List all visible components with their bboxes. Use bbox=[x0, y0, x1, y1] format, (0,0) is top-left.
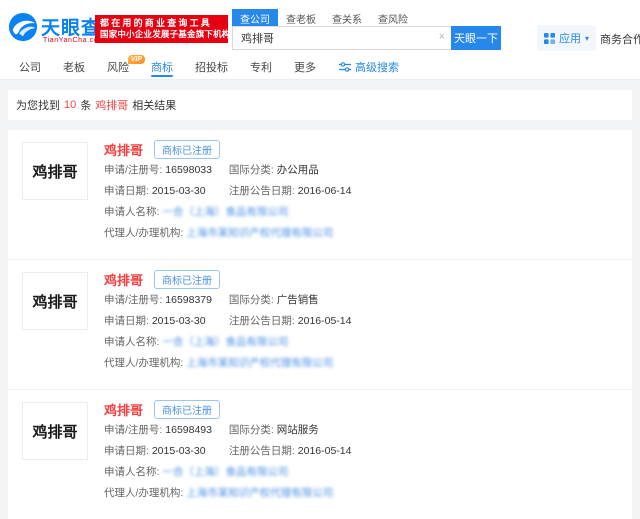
trademark-image[interactable]: 鸡排哥 bbox=[22, 402, 88, 460]
agent-row: 代理人/办理机构: 上海市某知识产权代理有限公司 bbox=[104, 223, 618, 244]
category-nav: 公司 老板 风险 VIP 商标 招投标 专利 更多 高级搜索 bbox=[0, 55, 640, 80]
result-list: 鸡排哥 鸡排哥 商标已注册 申请/注册号: 16598033 国际分类: 办公用… bbox=[8, 130, 632, 519]
promo-banner-line2: 国家中小企业发展子基金旗下机构 bbox=[100, 29, 223, 40]
status-badge: 商标已注册 bbox=[154, 270, 220, 289]
header: 天眼查 TianYanCha.com 都在用的商业查询工具 国家中小企业发展子基… bbox=[0, 0, 640, 55]
nav-item-company[interactable]: 公司 bbox=[8, 55, 52, 79]
dates-row: 申请日期: 2015-03-30 注册公告日期: 2016-06-14 bbox=[104, 181, 618, 202]
pub-date-value: 2016-05-14 bbox=[298, 315, 352, 327]
intl-class-value: 办公用品 bbox=[277, 164, 319, 176]
nav-item-trademark[interactable]: 商标 bbox=[140, 55, 184, 79]
applicant-label: 申请人名称: bbox=[104, 336, 159, 348]
agent-label: 代理人/办理机构: bbox=[104, 487, 183, 499]
trademark-result-card: 鸡排哥 鸡排哥 商标已注册 申请/注册号: 16598493 国际分类: 网站服… bbox=[8, 389, 632, 519]
pub-date-value: 2016-06-14 bbox=[298, 185, 352, 197]
agent-label: 代理人/办理机构: bbox=[104, 227, 183, 239]
applicant-row: 申请人名称: 一合（上海）食品有限公司 bbox=[104, 202, 618, 223]
applicant-label: 申请人名称: bbox=[104, 206, 159, 218]
tianyancha-logo-icon bbox=[8, 12, 38, 42]
agent-row: 代理人/办理机构: 上海市某知识产权代理有限公司 bbox=[104, 483, 618, 504]
summary-unit: 条 bbox=[80, 97, 91, 113]
advanced-search-label: 高级搜索 bbox=[355, 59, 399, 75]
search-box: × 天眼一下 bbox=[232, 26, 501, 50]
intl-class-value: 广告销售 bbox=[277, 294, 319, 306]
pub-date-label: 注册公告日期: bbox=[229, 445, 295, 457]
intl-class-label: 国际分类: bbox=[229, 294, 274, 306]
chevron-down-icon: ▾ bbox=[585, 34, 589, 43]
nav-item-patent[interactable]: 专利 bbox=[239, 55, 283, 79]
summary-count: 10 bbox=[64, 99, 76, 111]
summary-suffix: 相关结果 bbox=[132, 97, 176, 113]
nav-item-risk-label: 风险 bbox=[107, 59, 129, 75]
status-badge: 商标已注册 bbox=[154, 140, 220, 159]
pub-date-value: 2016-05-14 bbox=[298, 445, 352, 457]
promo-banner: 都在用的商业查询工具 国家中小企业发展子基金旗下机构 bbox=[95, 15, 228, 43]
applicant-row: 申请人名称: 一合（上海）食品有限公司 bbox=[104, 462, 618, 483]
trademark-result-card: 鸡排哥 鸡排哥 商标已注册 申请/注册号: 16598379 国际分类: 广告销… bbox=[8, 259, 632, 389]
nav-item-boss[interactable]: 老板 bbox=[52, 55, 96, 79]
pub-date-label: 注册公告日期: bbox=[229, 315, 295, 327]
reg-class-row: 申请/注册号: 16598033 国际分类: 办公用品 bbox=[104, 160, 618, 181]
apply-date-value: 2015-03-30 bbox=[152, 315, 206, 327]
reg-class-row: 申请/注册号: 16598379 国际分类: 广告销售 bbox=[104, 290, 618, 311]
agent-label: 代理人/办理机构: bbox=[104, 357, 183, 369]
filter-sliders-icon bbox=[339, 62, 351, 72]
intl-class-label: 国际分类: bbox=[229, 424, 274, 436]
reg-no-value: 16598493 bbox=[165, 424, 212, 436]
advanced-search-link[interactable]: 高级搜索 bbox=[339, 59, 399, 75]
reg-no-label: 申请/注册号: bbox=[104, 164, 162, 176]
applicant-label: 申请人名称: bbox=[104, 466, 159, 478]
trademark-title-link[interactable]: 鸡排哥 bbox=[104, 400, 143, 419]
agent-link[interactable]: 上海市某知识产权代理有限公司 bbox=[186, 487, 333, 499]
trademark-result-card: 鸡排哥 鸡排哥 商标已注册 申请/注册号: 16598033 国际分类: 办公用… bbox=[8, 130, 632, 259]
brand-name[interactable]: 天眼查 bbox=[41, 13, 101, 40]
clear-search-icon[interactable]: × bbox=[439, 31, 445, 43]
apply-date-value: 2015-03-30 bbox=[152, 445, 206, 457]
nav-item-more[interactable]: 更多 bbox=[283, 55, 327, 79]
dates-row: 申请日期: 2015-03-30 注册公告日期: 2016-05-14 bbox=[104, 311, 618, 332]
dates-row: 申请日期: 2015-03-30 注册公告日期: 2016-05-14 bbox=[104, 441, 618, 462]
grid-icon bbox=[544, 33, 555, 44]
trademark-title-link[interactable]: 鸡排哥 bbox=[104, 140, 143, 159]
agent-link[interactable]: 上海市某知识产权代理有限公司 bbox=[186, 357, 333, 369]
trademark-image[interactable]: 鸡排哥 bbox=[22, 272, 88, 330]
applicant-link[interactable]: 一合（上海）食品有限公司 bbox=[162, 206, 288, 218]
apps-label: 应用 bbox=[559, 30, 581, 46]
intl-class-value: 网站服务 bbox=[277, 424, 319, 436]
search-button[interactable]: 天眼一下 bbox=[451, 26, 501, 50]
business-cooperation-link[interactable]: 商务合作 bbox=[600, 31, 640, 47]
reg-no-label: 申请/注册号: bbox=[104, 294, 162, 306]
nav-item-risk[interactable]: 风险 VIP bbox=[96, 55, 140, 79]
intl-class-label: 国际分类: bbox=[229, 164, 274, 176]
reg-class-row: 申请/注册号: 16598493 国际分类: 网站服务 bbox=[104, 420, 618, 441]
agent-row: 代理人/办理机构: 上海市某知识产权代理有限公司 bbox=[104, 353, 618, 374]
main-content: 为您找到 10 条 鸡排哥 相关结果 鸡排哥 鸡排哥 商标已注册 申请/注册号:… bbox=[8, 90, 632, 519]
apply-date-label: 申请日期: bbox=[104, 315, 149, 327]
applicant-link[interactable]: 一合（上海）食品有限公司 bbox=[162, 336, 288, 348]
trademark-image[interactable]: 鸡排哥 bbox=[22, 142, 88, 200]
promo-banner-line1: 都在用的商业查询工具 bbox=[100, 17, 223, 29]
apply-date-label: 申请日期: bbox=[104, 445, 149, 457]
pub-date-label: 注册公告日期: bbox=[229, 185, 295, 197]
applicant-link[interactable]: 一合（上海）食品有限公司 bbox=[162, 466, 288, 478]
reg-no-value: 16598033 bbox=[165, 164, 212, 176]
summary-prefix: 为您找到 bbox=[16, 97, 60, 113]
result-summary: 为您找到 10 条 鸡排哥 相关结果 bbox=[8, 90, 632, 120]
agent-link[interactable]: 上海市某知识产权代理有限公司 bbox=[186, 227, 333, 239]
apps-menu-button[interactable]: 应用 ▾ bbox=[537, 25, 596, 51]
applicant-row: 申请人名称: 一合（上海）食品有限公司 bbox=[104, 332, 618, 353]
apply-date-label: 申请日期: bbox=[104, 185, 149, 197]
summary-keyword: 鸡排哥 bbox=[95, 97, 128, 113]
nav-item-bidding[interactable]: 招投标 bbox=[184, 55, 239, 79]
status-badge: 商标已注册 bbox=[154, 400, 220, 419]
trademark-title-link[interactable]: 鸡排哥 bbox=[104, 270, 143, 289]
reg-no-value: 16598379 bbox=[165, 294, 212, 306]
reg-no-label: 申请/注册号: bbox=[104, 424, 162, 436]
apply-date-value: 2015-03-30 bbox=[152, 185, 206, 197]
search-input[interactable] bbox=[232, 26, 451, 50]
